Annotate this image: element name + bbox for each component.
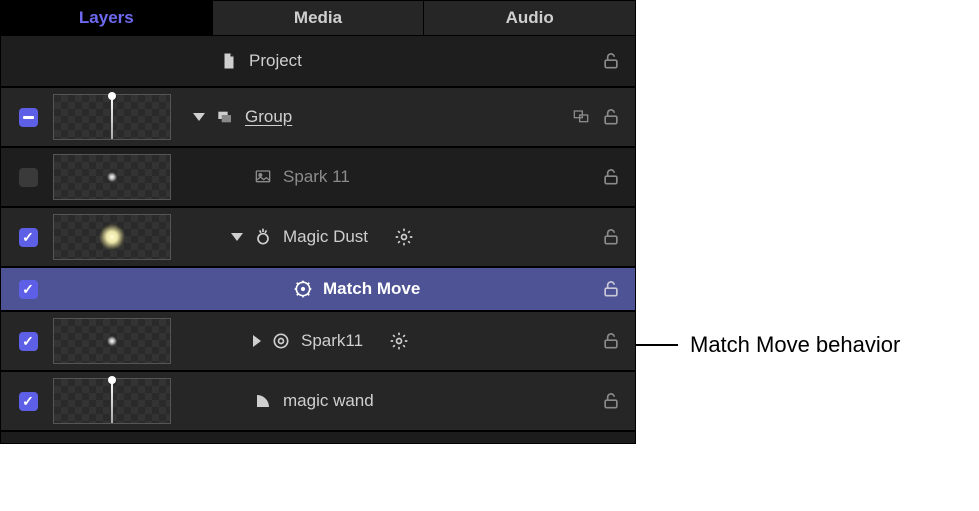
layer-thumbnail: [53, 378, 171, 424]
document-icon: [219, 52, 239, 70]
visibility-checkbox[interactable]: [19, 168, 38, 187]
annotation-leader-line: [636, 344, 678, 346]
row-label: Magic Dust: [283, 227, 368, 247]
group-icon: [215, 108, 235, 126]
row-label: Group: [245, 107, 292, 127]
unlock-icon[interactable]: [601, 391, 621, 411]
row-label: Spark11: [301, 331, 363, 351]
visibility-checkbox[interactable]: [19, 108, 38, 127]
visibility-checkbox[interactable]: [19, 392, 38, 411]
disclosure-triangle-icon[interactable]: [193, 113, 205, 121]
panel-tabs: Layers Media Audio: [1, 1, 635, 35]
row-project[interactable]: Project: [1, 35, 635, 87]
gear-icon[interactable]: [394, 227, 414, 247]
visibility-checkbox[interactable]: [19, 332, 38, 351]
row-spark11-disabled[interactable]: Spark 11: [1, 147, 635, 207]
row-group[interactable]: Group: [1, 87, 635, 147]
emitter-icon: [253, 228, 273, 246]
row-match-move[interactable]: Match Move: [1, 267, 635, 311]
visibility-checkbox[interactable]: [19, 280, 38, 299]
disclosure-triangle-icon[interactable]: [231, 233, 243, 241]
disclosure-triangle-icon[interactable]: [253, 335, 261, 347]
image-icon: [253, 168, 273, 186]
row-magic-dust[interactable]: Magic Dust: [1, 207, 635, 267]
unlock-icon[interactable]: [601, 167, 621, 187]
shape-icon: [253, 392, 273, 410]
visibility-checkbox[interactable]: [19, 228, 38, 247]
particle-cell-icon: [271, 332, 291, 350]
clip-overlap-icon[interactable]: [571, 109, 591, 125]
layer-thumbnail: [53, 214, 171, 260]
row-label: Project: [249, 51, 302, 71]
layer-thumbnail: [53, 318, 171, 364]
annotation-callout: Match Move behavior: [636, 332, 900, 358]
unlock-icon[interactable]: [601, 51, 621, 71]
row-label: Match Move: [323, 279, 420, 299]
layer-thumbnail: [53, 94, 171, 140]
layer-thumbnail: [53, 154, 171, 200]
row-label: Spark 11: [283, 167, 350, 187]
row-label: magic wand: [283, 391, 374, 411]
gear-icon[interactable]: [389, 331, 409, 351]
behavior-gear-icon: [293, 280, 313, 298]
unlock-icon[interactable]: [601, 279, 621, 299]
row-spark11-cell[interactable]: Spark11: [1, 311, 635, 371]
tab-media[interactable]: Media: [213, 1, 425, 35]
annotation-text: Match Move behavior: [678, 332, 900, 358]
layers-panel: Layers Media Audio Project: [0, 0, 636, 444]
unlock-icon[interactable]: [601, 227, 621, 247]
tab-layers[interactable]: Layers: [1, 1, 213, 35]
unlock-icon[interactable]: [601, 107, 621, 127]
tab-audio[interactable]: Audio: [424, 1, 635, 35]
row-magic-wand[interactable]: magic wand: [1, 371, 635, 431]
unlock-icon[interactable]: [601, 331, 621, 351]
